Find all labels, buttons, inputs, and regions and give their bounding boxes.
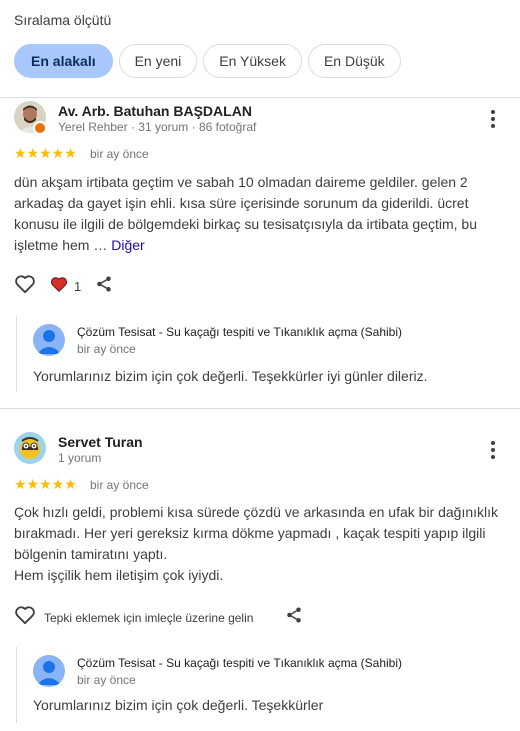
reaction-count: 1 (74, 279, 82, 294)
review-text: Çok hızlı geldi, problemi kısa sürede çö… (14, 502, 504, 586)
share-icon[interactable] (95, 275, 113, 298)
read-more-link[interactable]: Diğer (111, 237, 144, 253)
owner-reply-date: bir ay önce (77, 342, 136, 356)
reviewer-meta: Yerel Rehber · 31 yorum · 86 fotoğraf (58, 120, 257, 134)
owner-reply: Çözüm Tesisat - Su kaçağı tespiti ve Tık… (16, 316, 505, 392)
reaction-hint: Tepki eklemek için imleçle üzerine gelin (44, 610, 254, 625)
review-text-line: Çok hızlı geldi, problemi kısa sürede çö… (14, 504, 499, 520)
reviewer-name[interactable]: Servet Turan (58, 434, 143, 450)
owner-name: Çözüm Tesisat - Su kaçağı tespiti ve Tık… (77, 656, 403, 670)
share-icon[interactable] (285, 606, 303, 629)
owner-reply-date: bir ay önce (77, 673, 136, 687)
owner-reply-text: Yorumlarınız bizim için çok değerli. Teş… (33, 368, 428, 384)
sort-chip-highest[interactable]: En Yüksek (203, 44, 302, 78)
review-actions: 1 (14, 274, 113, 299)
local-guide-badge-icon (33, 121, 47, 135)
review-text-body: dün akşam irtibata geçtim ve sabah 10 ol… (14, 174, 478, 253)
reviewer-meta: 1 yorum (58, 451, 102, 465)
more-options-icon[interactable] (484, 108, 502, 130)
sort-chip-newest[interactable]: En yeni (118, 44, 198, 78)
heart-reaction-icon[interactable] (50, 276, 68, 297)
like-icon[interactable] (14, 274, 36, 299)
sort-chips: En alakalı En yeni En Yüksek En Düşük (14, 44, 401, 78)
review-text-line: bölgenin tamiratını yaptı. (14, 546, 168, 562)
divider (0, 97, 520, 98)
owner-avatar-icon (33, 655, 65, 687)
review-actions: Tepki eklemek için imleçle üzerine gelin (14, 605, 303, 630)
review-text-line: Hem işçilik hem iletişim çok iyiydi. (14, 567, 224, 583)
divider (0, 408, 520, 409)
owner-reply: Çözüm Tesisat - Su kaçağı tespiti ve Tık… (16, 647, 505, 723)
star-rating: ★★★★★ (14, 145, 77, 161)
sort-chip-lowest[interactable]: En Düşük (307, 44, 401, 78)
review-text-line: bırakmadı. Her yeri gereksiz kırma dökme… (14, 525, 486, 541)
reviewer-name[interactable]: Av. Arb. Batuhan BAŞDALAN (58, 103, 252, 119)
review-date: bir ay önce (90, 147, 149, 161)
more-options-icon[interactable] (484, 439, 502, 461)
star-rating: ★★★★★ (14, 476, 77, 492)
sort-chip-relevant[interactable]: En alakalı (14, 44, 113, 78)
reviewer-avatar[interactable] (14, 432, 46, 464)
owner-name: Çözüm Tesisat - Su kaçağı tespiti ve Tık… (77, 325, 403, 339)
review-text: dün akşam irtibata geçtim ve sabah 10 ol… (14, 172, 504, 256)
owner-avatar-icon (33, 324, 65, 356)
sort-label: Sıralama ölçütü (14, 12, 112, 28)
owner-reply-text: Yorumlarınız bizim için çok değerli. Teş… (33, 697, 324, 713)
review-date: bir ay önce (90, 478, 149, 492)
like-icon[interactable] (14, 605, 36, 630)
